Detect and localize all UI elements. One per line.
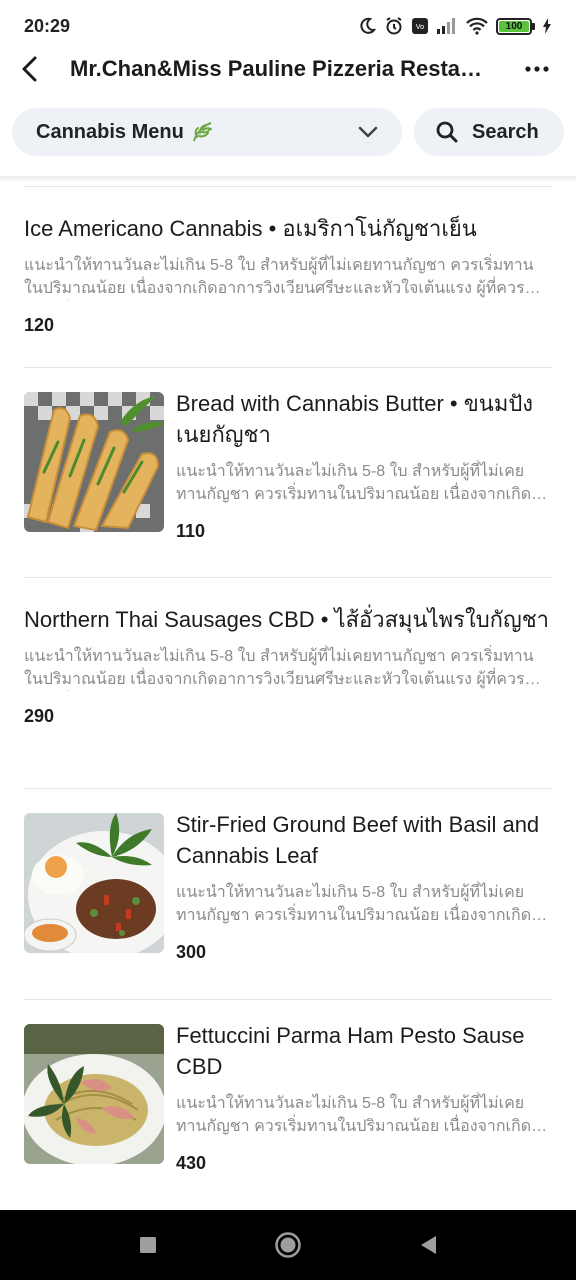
svg-text:Vo: Vo: [416, 23, 425, 31]
status-time: 20:29: [24, 15, 71, 36]
back-button[interactable]: [0, 44, 60, 94]
leaf-icon: [190, 120, 214, 144]
item-description: แนะนำให้ทานวันละไม่เกิน 5-8 ใบ สำหรับผู้…: [24, 257, 534, 297]
item-name: Ice Americano Cannabis • อเมริกาโน่กัญชา…: [24, 216, 477, 241]
signal-icon: [437, 18, 455, 34]
moon-icon: [360, 17, 377, 34]
triangle-back-icon: [421, 1236, 436, 1254]
home-button[interactable]: [268, 1225, 308, 1265]
item-description: แนะนำให้ทานวันละไม่เกิน 5-8 ใบ สำหรับผู้…: [176, 463, 532, 503]
circle-icon: [275, 1232, 301, 1258]
item-photo: [24, 392, 164, 532]
item-name: Bread with Cannabis Butter • ขนมปังเนยกั…: [176, 391, 534, 447]
item-description: แนะนำให้ทานวันละไม่เกิน 5-8 ใบ สำหรับผู้…: [176, 884, 532, 924]
list-item[interactable]: Ice Americano Cannabis • อเมริกาโน่กัญชา…: [24, 186, 552, 367]
recents-button[interactable]: [128, 1225, 168, 1265]
category-label: Cannabis Menu: [36, 120, 184, 143]
list-item[interactable]: Bread with Cannabis Butter • ขนมปังเนยกั…: [24, 367, 552, 577]
page-title: Mr.Chan&Miss Pauline Pizzeria Restaurant: [70, 56, 494, 81]
item-description: แนะนำให้ทานวันละไม่เกิน 5-8 ใบ สำหรับผู้…: [24, 648, 534, 688]
alarm-icon: [386, 17, 402, 35]
item-photo: [24, 1024, 164, 1164]
list-item[interactable]: Stir-Fried Ground Beef with Basil and Ca…: [24, 788, 552, 999]
item-name: Stir-Fried Ground Beef with Basil and Ca…: [176, 812, 540, 868]
filter-row: Cannabis Menu Search: [0, 108, 576, 158]
battery-icon: 100: [496, 17, 535, 35]
item-price: 110: [176, 521, 206, 541]
system-nav-bar: [0, 1210, 576, 1280]
app-bar: Mr.Chan&Miss Pauline Pizzeria Restaurant: [0, 44, 576, 94]
item-name: Fettuccini Parma Ham Pesto Sause CBD: [176, 1023, 525, 1079]
battery-level: 100: [499, 20, 529, 32]
search-icon: [436, 121, 458, 143]
search-button[interactable]: Search: [414, 108, 564, 156]
item-price: 300: [176, 942, 207, 962]
wifi-icon: [466, 17, 488, 35]
menu-list: Ice Americano Cannabis • อเมริกาโน่กัญชา…: [24, 186, 552, 1209]
item-price: 290: [24, 706, 55, 726]
square-icon: [140, 1237, 156, 1253]
item-price: 120: [24, 315, 55, 335]
more-dots-icon: [525, 66, 549, 72]
category-dropdown[interactable]: Cannabis Menu: [12, 108, 402, 156]
charging-icon: [543, 18, 551, 34]
list-item[interactable]: Fettuccini Parma Ham Pesto Sause CBD แนะ…: [24, 999, 552, 1209]
item-description: แนะนำให้ทานวันละไม่เกิน 5-8 ใบ สำหรับผู้…: [176, 1095, 532, 1135]
arrow-left-icon: [22, 56, 37, 82]
volte-icon: Vo: [412, 18, 428, 34]
item-name: Northern Thai Sausages CBD • ไส้อั่วสมุน…: [24, 607, 550, 632]
item-photo: [24, 813, 164, 953]
chevron-down-icon: [358, 126, 378, 138]
list-item[interactable]: Northern Thai Sausages CBD • ไส้อั่วสมุน…: [24, 577, 552, 788]
back-nav-button[interactable]: [408, 1225, 448, 1265]
more-button[interactable]: [512, 44, 562, 94]
item-price: 430: [176, 1153, 207, 1173]
status-icons: Vo 100: [357, 16, 552, 36]
search-label: Search: [472, 120, 539, 143]
header-divider: [0, 176, 576, 182]
